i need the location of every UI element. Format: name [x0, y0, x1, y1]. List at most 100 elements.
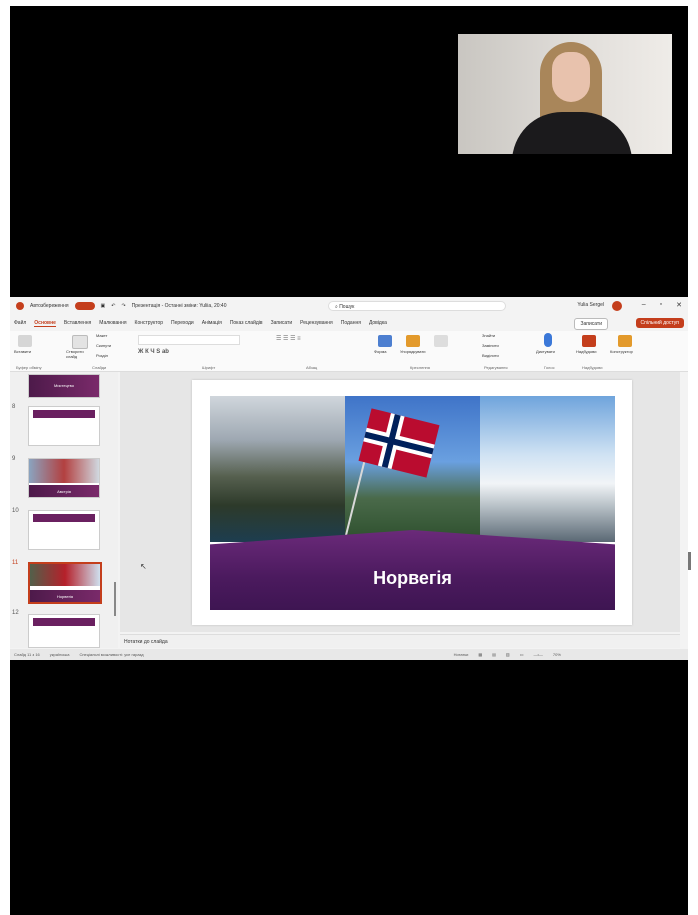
draw-label[interactable]: Форма: [374, 349, 386, 354]
new-slide-icon[interactable]: [72, 335, 88, 349]
slideshow-icon[interactable]: ▭: [520, 652, 524, 657]
thumbnail-header: [33, 618, 95, 626]
record-button[interactable]: Записати: [574, 318, 608, 330]
powerpoint-logo-icon: [16, 302, 24, 310]
slide-counter: Слайд 11 з 16: [14, 652, 40, 657]
current-slide[interactable]: Норвегія: [192, 380, 632, 625]
mouse-cursor-icon: ↖: [140, 562, 147, 571]
webcam-feed: [458, 34, 672, 154]
select-button[interactable]: Виділити: [482, 353, 499, 358]
editor-scrollbar[interactable]: [680, 372, 688, 648]
tab-transitions[interactable]: Переходи: [171, 320, 194, 326]
slide-thumbnail-7[interactable]: Мистецтво: [28, 374, 100, 398]
find-button[interactable]: Знайти: [482, 333, 495, 338]
layout-button[interactable]: Макет: [96, 333, 107, 338]
webcam-person-face: [552, 52, 590, 102]
tab-file[interactable]: Файл: [14, 320, 26, 326]
thumbnail-title: Австрія: [57, 489, 71, 494]
slide-number: 10: [12, 508, 19, 514]
screen: Автозбереження ▣ ↶ ↷ Презентація - Остан…: [0, 0, 698, 915]
tab-record[interactable]: Записати: [271, 320, 293, 326]
thumbnail-photo: [30, 564, 100, 586]
designer-label[interactable]: Конструктор: [610, 349, 633, 354]
slide-thumbnail-11[interactable]: Норвегія: [28, 562, 102, 604]
undo-icon[interactable]: ↶: [111, 303, 115, 309]
outer-scrollbar[interactable]: [688, 552, 691, 570]
redo-icon[interactable]: ↷: [121, 303, 125, 309]
photo-fjord-cliff: [210, 396, 345, 542]
notes-button[interactable]: Нотатки: [454, 652, 469, 657]
search-input[interactable]: ⌕ Пошук: [328, 301, 506, 311]
notes-pane[interactable]: Нотатки до слайда: [120, 634, 680, 648]
zoom-level[interactable]: 70%: [553, 652, 561, 657]
autosave-toggle[interactable]: [74, 302, 95, 310]
slide-number: 12: [12, 610, 19, 616]
font-name-select[interactable]: [138, 335, 240, 345]
slide-thumbnail-10[interactable]: [28, 510, 100, 550]
autosave-label: Автозбереження: [30, 303, 69, 309]
tab-animations[interactable]: Анімація: [202, 320, 222, 326]
right-border: [688, 0, 698, 915]
share-button[interactable]: Спільний доступ: [635, 318, 684, 328]
thumbnail-photo: [29, 459, 99, 483]
tab-review[interactable]: Рецензування: [300, 320, 333, 326]
tab-view[interactable]: Подання: [341, 320, 361, 326]
designer-icon[interactable]: [618, 335, 632, 347]
photo-oslo-opera: [480, 396, 615, 542]
search-placeholder: Пошук: [339, 304, 355, 310]
thumbnail-title: Норвегія: [56, 594, 74, 599]
slide-thumbnail-8[interactable]: [28, 406, 100, 446]
section-button[interactable]: Розділ: [96, 353, 108, 358]
window-title: Презентація - Останні зміни: Yuliia, 20:…: [131, 303, 227, 309]
accessibility-status[interactable]: Спеціальні можливості: усе гаразд: [79, 652, 143, 657]
thumbnail-title: Мистецтво: [53, 383, 74, 388]
shapes-icon[interactable]: [378, 335, 392, 347]
reset-button[interactable]: Скинути: [96, 343, 111, 348]
tab-design[interactable]: Конструктор: [135, 320, 164, 326]
quick-styles-icon[interactable]: [434, 335, 448, 347]
powerpoint-window: Автозбереження ▣ ↶ ↷ Презентація - Остан…: [10, 297, 688, 660]
font-format-icons[interactable]: Ж К Ч S ab: [138, 349, 169, 355]
normal-view-icon[interactable]: ▦: [478, 652, 482, 657]
slide-thumbnail-12[interactable]: [28, 614, 100, 648]
paste-label[interactable]: Вставити: [14, 349, 31, 354]
arrange-icon[interactable]: [406, 335, 420, 347]
replace-button[interactable]: Замінити: [482, 343, 499, 348]
slide-number: 8: [12, 404, 16, 410]
user-name[interactable]: Yulia Sergel: [577, 302, 604, 308]
notes-placeholder: Нотатки до слайда: [124, 639, 168, 645]
tab-help[interactable]: Довідка: [369, 320, 387, 326]
tab-home[interactable]: Основне: [34, 320, 56, 327]
paragraph-icons[interactable]: ☰ ☰ ☰ ≡: [276, 335, 301, 342]
microphone-icon[interactable]: [544, 333, 552, 347]
dictate-label[interactable]: Диктувати: [536, 349, 555, 354]
sorter-view-icon[interactable]: ▤: [492, 652, 496, 657]
thumbnail-scrollbar[interactable]: [114, 582, 116, 616]
left-border: [0, 0, 10, 915]
minimize-icon[interactable]: –: [642, 301, 646, 309]
slide-thumbnail-9[interactable]: Австрія: [28, 458, 100, 498]
tab-draw[interactable]: Малювання: [99, 320, 126, 326]
slide-title[interactable]: Норвегія: [210, 568, 615, 589]
maximize-icon[interactable]: ▫: [660, 301, 662, 309]
new-slide-label[interactable]: Створити слайд: [66, 349, 94, 359]
addins-label[interactable]: Надбудови: [576, 349, 596, 354]
zoom-slider[interactable]: —•—: [533, 652, 542, 657]
paste-icon[interactable]: [18, 335, 32, 347]
tab-insert[interactable]: Вставлення: [64, 320, 91, 326]
avatar[interactable]: [612, 301, 622, 311]
thumbnail-header: [33, 410, 95, 418]
top-border: [0, 0, 698, 6]
ribbon: Вставити Створити слайд Макет Скинути Ро…: [10, 331, 688, 372]
tab-slideshow[interactable]: Показ слайдів: [230, 320, 263, 326]
save-icon[interactable]: ▣: [101, 303, 106, 309]
language-indicator[interactable]: українська: [50, 652, 70, 657]
reading-view-icon[interactable]: ▥: [506, 652, 510, 657]
slide-number: 9: [12, 456, 16, 462]
arrange-label[interactable]: Упорядкувати: [400, 349, 426, 354]
window-controls: – ▫ ✕: [642, 301, 682, 309]
close-icon[interactable]: ✕: [676, 301, 682, 309]
addins-icon[interactable]: [582, 335, 596, 347]
slide-number: 11: [12, 560, 19, 566]
slide-thumbnail-pane: Мистецтво 8 9 Австрія 10 11 Норвегія 12: [10, 372, 118, 648]
